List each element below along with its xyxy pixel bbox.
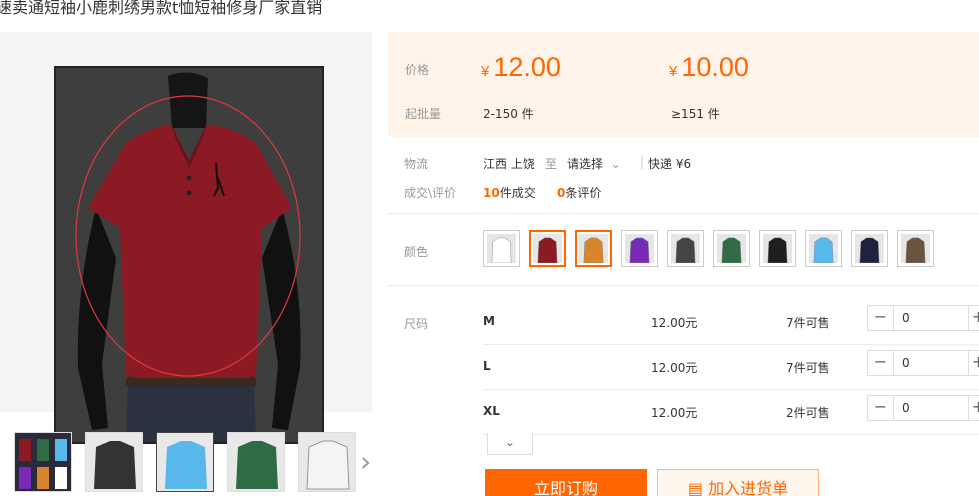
chevron-down-icon: ⌄: [504, 435, 516, 449]
price-value: 10.00: [681, 52, 749, 82]
swatch-image: [809, 234, 838, 263]
product-title: 速卖通短袖小鹿刺绣男款t恤短袖修身厂家直销: [0, 0, 323, 17]
swatch-image: [763, 234, 792, 263]
size-price: 12.00元: [651, 316, 698, 330]
plus-button[interactable]: +: [968, 306, 979, 330]
origin-text: 江西 上饶: [483, 157, 535, 171]
size-name: M: [483, 314, 495, 328]
tier-1-range: 2-150 件: [483, 107, 534, 121]
swatch-image: [625, 234, 654, 263]
plus-button[interactable]: +: [968, 396, 979, 420]
color-label: 颜色: [404, 245, 429, 259]
price-tier-1: ¥12.00: [481, 52, 561, 83]
chevron-down-icon: ⌄: [606, 157, 621, 171]
deals-count: 10: [483, 186, 500, 200]
quantity-input[interactable]: 0: [902, 356, 910, 370]
quantity-stepper: − 0 +: [867, 395, 979, 421]
thumbnail[interactable]: [85, 432, 143, 492]
reviews-info[interactable]: 0条评价: [557, 184, 601, 201]
swatch-image: [901, 234, 930, 263]
thumbnail[interactable]: [14, 432, 72, 492]
divider: [388, 285, 979, 286]
swatch-image: [487, 234, 516, 263]
quantity-input[interactable]: 0: [902, 311, 910, 325]
price-value: 12.00: [493, 52, 561, 82]
yen-symbol: ¥: [481, 63, 490, 80]
to-text: 至: [545, 157, 558, 171]
color-swatch[interactable]: [529, 230, 566, 267]
minus-button[interactable]: −: [868, 351, 894, 375]
divider: [388, 213, 979, 214]
yen-symbol: ¥: [669, 63, 678, 80]
color-swatch[interactable]: [759, 230, 796, 267]
minus-button[interactable]: −: [868, 306, 894, 330]
destination-select[interactable]: 请选择 ⌄: [567, 155, 621, 172]
expand-sizes-button[interactable]: ⌄: [487, 433, 533, 455]
color-swatch[interactable]: [621, 230, 658, 267]
row-divider: [483, 434, 979, 435]
size-price: 12.00元: [651, 361, 698, 375]
size-row-m: M 12.00元 7件可售 − 0 +: [483, 300, 979, 345]
main-product-image[interactable]: [54, 66, 324, 444]
price-label: 价格: [405, 63, 430, 77]
color-swatch[interactable]: [713, 230, 750, 267]
quantity-input[interactable]: 0: [902, 401, 910, 415]
quantity-stepper: − 0 +: [867, 350, 979, 376]
color-swatch[interactable]: [483, 230, 520, 267]
size-row-l: L 12.00元 7件可售 − 0 +: [483, 345, 979, 390]
swatch-image: [579, 234, 608, 263]
add-to-cart-label: 加入进货单: [708, 479, 789, 496]
reviews-text: 条评价: [565, 186, 602, 200]
deals-info[interactable]: 10件成交: [483, 184, 536, 201]
swatch-image: [855, 234, 884, 263]
color-swatch[interactable]: [805, 230, 842, 267]
logistics-label: 物流: [404, 157, 429, 171]
express-fee: 快递 ¥6: [648, 157, 692, 171]
quantity-stepper: − 0 +: [867, 305, 979, 331]
add-to-cart-button[interactable]: ▤ 加入进货单: [657, 469, 819, 496]
plus-button[interactable]: +: [968, 351, 979, 375]
thumbnail[interactable]: [227, 432, 285, 492]
price-panel: 价格 ¥12.00 ¥10.00 起批量 2-150 件 ≥151 件: [388, 32, 979, 137]
size-name: XL: [483, 404, 500, 418]
swatch-image: [671, 234, 700, 263]
price-tier-2: ¥10.00: [669, 52, 749, 83]
thumbnail[interactable]: [298, 432, 356, 492]
size-availability: 7件可售: [786, 361, 830, 375]
color-swatch[interactable]: [897, 230, 934, 267]
sales-label: 成交\评价: [404, 186, 457, 200]
swatch-image: [533, 234, 562, 263]
size-availability: 7件可售: [786, 316, 830, 330]
size-price: 12.00元: [651, 406, 698, 420]
chevron-left-icon[interactable]: ‹: [0, 442, 1, 482]
buy-now-button[interactable]: 立即订购: [485, 469, 647, 496]
swatch-image: [717, 234, 746, 263]
tier-2-range: ≥151 件: [671, 107, 720, 121]
thumbnail-strip: ‹ ›: [0, 428, 379, 496]
main-image-area: [0, 32, 372, 444]
chevron-right-icon[interactable]: ›: [360, 442, 371, 482]
destination-select-label: 请选择: [567, 157, 604, 171]
color-swatch[interactable]: [575, 230, 612, 267]
size-label: 尺码: [404, 317, 429, 331]
list-icon: ▤: [687, 479, 703, 496]
color-swatch[interactable]: [667, 230, 704, 267]
color-swatch[interactable]: [851, 230, 888, 267]
deals-text: 件成交: [499, 186, 536, 200]
separator: |: [640, 155, 645, 169]
moq-label: 起批量: [405, 107, 442, 121]
size-row-xl: XL 12.00元 2件可售 − 0 +: [483, 390, 979, 435]
size-name: L: [483, 359, 491, 373]
thumbnail[interactable]: [156, 432, 214, 492]
size-availability: 2件可售: [786, 406, 830, 420]
minus-button[interactable]: −: [868, 396, 894, 420]
